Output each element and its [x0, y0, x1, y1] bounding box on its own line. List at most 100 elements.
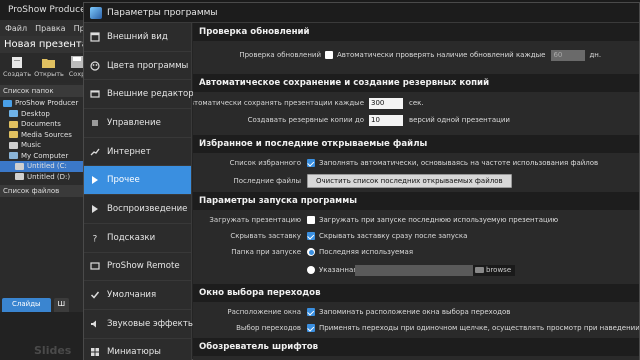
folder-custom-text: Указанная [319, 266, 358, 274]
appearance-icon [90, 32, 100, 42]
tab-timeline[interactable]: Ш [53, 298, 70, 312]
nav-label: Прочее [107, 175, 140, 186]
defaults-icon [90, 290, 100, 300]
recent-row: Очистить список последних открываемых фа… [307, 173, 512, 189]
transition-select-label: Выбор переходов [236, 324, 301, 332]
favorites-label: Список избранного [229, 159, 301, 167]
dialog-title-bar[interactable]: Параметры программы [84, 3, 639, 23]
folder-custom-row: Указанная browse [307, 264, 516, 276]
backup-versions-input[interactable]: 10 [369, 114, 403, 126]
tree-item-media-sources[interactable]: Media Sources [0, 130, 90, 141]
update-days-input[interactable]: 60 [551, 49, 586, 61]
drive-icon [15, 173, 24, 181]
new-button-label: Создать [2, 70, 32, 78]
update-days-unit: дн. [589, 51, 602, 59]
screen: ProShow Producer - Файл Правка Презе Нов… [0, 0, 640, 360]
clear-recent-button[interactable]: Очистить список последних открываемых фа… [307, 174, 512, 188]
section-startup-title: Параметры запуска программы [193, 192, 639, 210]
folder-icon [475, 267, 484, 273]
remote-icon [90, 261, 100, 271]
nav-appearance[interactable]: Внешний вид [84, 23, 191, 52]
favorites-auto-checkbox[interactable] [307, 159, 315, 167]
section-updates-title: Проверка обновлений [193, 23, 639, 41]
tree-item-label: Music [21, 141, 41, 150]
tree-item-label: Desktop [21, 109, 50, 118]
browse-button[interactable]: browse [473, 264, 516, 276]
tree-item-label: Untitled (D:) [27, 172, 71, 181]
nav-sound[interactable]: Звуковые эффекты [84, 310, 195, 339]
hide-splash-text: Скрывать заставку сразу после запуска [319, 232, 468, 240]
section-autosave-title: Автоматическое сохранение и создание рез… [193, 74, 639, 92]
tree-item-drive-c[interactable]: Untitled (C: [0, 161, 90, 172]
nav-editors[interactable]: Внешние редакторы [84, 80, 201, 110]
app-icon [3, 99, 12, 107]
folder-custom-radio[interactable] [307, 266, 315, 274]
autosave-unit: сек. [409, 99, 424, 107]
music-icon [9, 141, 18, 149]
folder-icon [9, 131, 18, 139]
recent-files-label: Последние файлы [233, 177, 302, 185]
sound-icon [90, 319, 100, 329]
slide-tabs: Слайды Ш [0, 298, 90, 312]
folder-last-text: Последняя используемая [319, 248, 414, 256]
nav-internet[interactable]: Интернет [84, 138, 191, 167]
open-button[interactable]: Открыть [34, 55, 64, 81]
bg-menu-bar: Файл Правка Презе [0, 20, 99, 36]
load-presentation-label: Загружать презентацию [209, 216, 301, 224]
auto-update-checkbox[interactable] [325, 51, 333, 59]
presentation-name: Новая презентация [0, 36, 90, 53]
tree-item-label: Documents [21, 120, 61, 129]
tree-item-music[interactable]: Music [0, 140, 90, 151]
computer-icon [9, 152, 18, 160]
browse-label: browse [486, 265, 512, 274]
autosave-row: 300 сек. [369, 97, 424, 109]
nav-misc[interactable]: Прочее [84, 166, 191, 196]
new-button[interactable]: Создать [3, 55, 31, 81]
section-fonts [193, 356, 639, 360]
favorites-row: Заполнять автоматически, основываясь на … [307, 157, 598, 169]
tab-slides[interactable]: Слайды [2, 298, 51, 312]
slides-area: Slides [0, 312, 90, 360]
nav-label: Интернет [107, 146, 151, 157]
nav-remote[interactable]: ProShow Remote [84, 253, 191, 282]
nav-label: Умолчания [107, 290, 157, 301]
autosave-label: Автоматически сохранять презентации кажд… [193, 99, 364, 107]
nav-playback[interactable]: Воспроизведение [84, 195, 191, 224]
load-row: Загружать при запуске последнюю использу… [307, 214, 558, 226]
tree-item-label: Untitled (C: [27, 162, 67, 171]
tree-item-documents[interactable]: Documents [0, 119, 90, 130]
section-favorites-title: Избранное и последние открываемые файлы [193, 135, 639, 153]
nav-tips[interactable]: ? Подсказки [84, 224, 191, 253]
remember-position-checkbox[interactable] [307, 308, 315, 316]
single-click-checkbox[interactable] [307, 324, 315, 332]
nav-defaults[interactable]: Умолчания [84, 281, 191, 310]
remember-position-text: Запоминать расположение окна выбора пере… [319, 308, 511, 316]
hide-splash-label: Скрывать заставку [230, 232, 301, 240]
startup-folder-label: Папка при запуске [231, 248, 301, 256]
menu-file[interactable]: Файл [5, 24, 27, 33]
folder-path-input[interactable] [355, 264, 473, 276]
tree-item-proshow[interactable]: ProShow Producer [0, 98, 90, 109]
slides-watermark: Slides [34, 344, 72, 357]
nav-label: Управление [107, 117, 161, 128]
tree-item-drive-d[interactable]: Untitled (D:) [0, 172, 90, 183]
load-last-checkbox[interactable] [307, 216, 315, 224]
load-last-text: Загружать при запуске последнюю использу… [319, 216, 559, 224]
control-icon [90, 118, 100, 128]
nav-colors[interactable]: Цвета программы [84, 52, 191, 81]
nav-label: Внешние редакторы [107, 89, 201, 100]
nav-label: Воспроизведение [107, 203, 188, 214]
menu-edit[interactable]: Правка [35, 24, 65, 33]
folder-last-radio[interactable] [307, 248, 315, 256]
nav-thumbnails[interactable]: Миниатюры [84, 339, 191, 360]
nav-label: Цвета программы [107, 60, 189, 71]
hide-splash-checkbox[interactable] [307, 232, 315, 240]
tree-item-my-computer[interactable]: My Computer [0, 151, 90, 162]
nav-control[interactable]: Управление [84, 109, 191, 138]
autosave-seconds-input[interactable]: 300 [369, 97, 403, 109]
single-click-text: Применять переходы при одиночном щелчке,… [319, 324, 639, 332]
bg-toolbar: Создать Открыть Сохр [0, 53, 90, 83]
bg-title-bar: ProShow Producer - [0, 0, 95, 20]
internet-icon [90, 147, 100, 157]
tree-item-desktop[interactable]: Desktop [0, 109, 90, 120]
